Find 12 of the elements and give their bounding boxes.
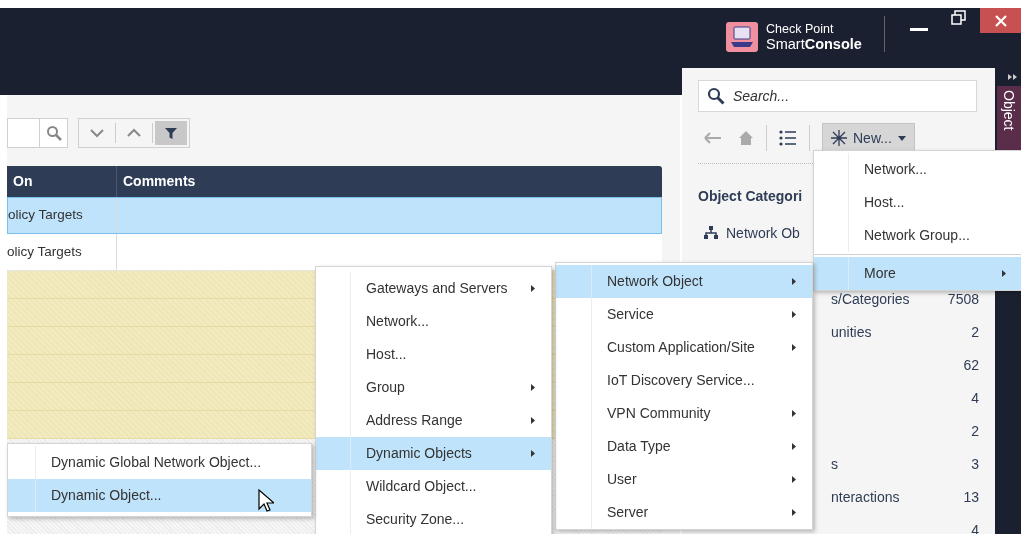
count-label: 7508 (947, 290, 979, 309)
count-label: 3 (971, 455, 979, 474)
brand-name: Check Point (766, 22, 835, 37)
table-cell-text: olicy Targets (7, 242, 82, 261)
count-label: 4 (971, 389, 979, 408)
table-cell-text: olicy Targets (8, 206, 83, 225)
count-label: 2 (971, 323, 979, 342)
section-heading: Object Categori (698, 187, 803, 206)
product-name: SmartConsole (766, 37, 862, 52)
count-label: 62 (963, 356, 979, 375)
count-label: 2 (971, 422, 979, 441)
count-label: 13 (963, 488, 979, 507)
